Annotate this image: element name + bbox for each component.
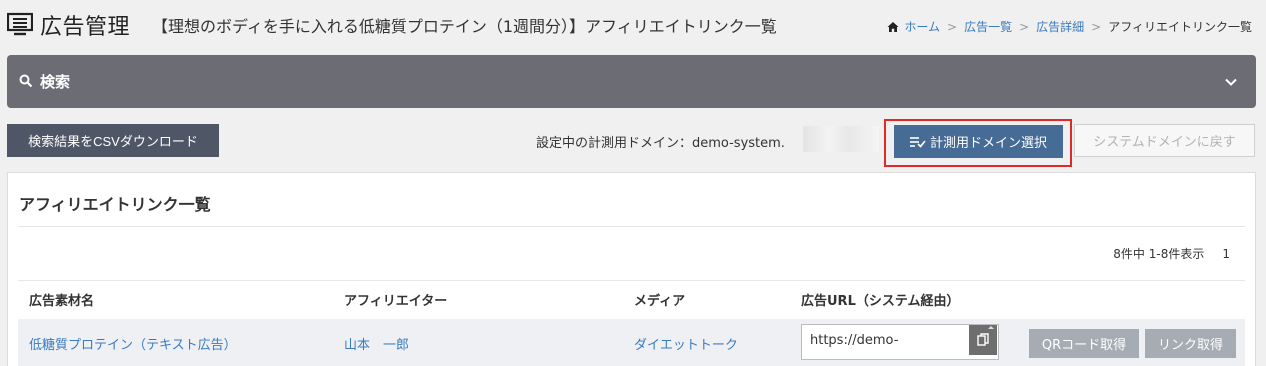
media-link[interactable]: ダイエットトーク — [634, 334, 738, 353]
get-link-button[interactable]: リンク取得 — [1145, 329, 1236, 358]
select-domain-label: 計測用ドメイン選択 — [929, 135, 1047, 150]
page-subtitle: 【理想のボディを手に入れる低糖質プロテイン（1週間分）】アフィリエイトリンク一覧 — [152, 17, 777, 36]
reset-domain-button[interactable]: システムドメインに戻す — [1074, 124, 1255, 157]
list-screen-icon — [7, 12, 33, 36]
search-label: 検索 — [40, 73, 71, 91]
qr-code-button[interactable]: QRコード取得 — [1029, 329, 1139, 358]
search-icon — [19, 74, 33, 88]
material-link[interactable]: 低糖質プロテイン（テキスト広告） — [29, 334, 237, 353]
csv-download-button[interactable]: 検索結果をCSVダウンロード — [7, 124, 219, 157]
panel-title: アフィリエイトリンク一覧 — [19, 195, 211, 214]
divider — [18, 226, 1245, 227]
affiliate-link-panel: アフィリエイトリンク一覧 8件中 1-8件表示 1 広告素材名 アフィリエイター … — [7, 172, 1256, 366]
breadcrumb-separator: > — [1091, 19, 1102, 34]
select-domain-button[interactable]: 計測用ドメイン選択 — [894, 125, 1063, 158]
page-title: 広告管理 — [40, 15, 131, 40]
breadcrumb-separator: > — [1019, 19, 1030, 34]
breadcrumb: ホーム > 広告一覧 > 広告詳細 > アフィリエイトリンク一覧 — [887, 18, 1252, 35]
column-header-media: メディア — [634, 294, 686, 309]
page-number-link[interactable]: 1 — [1222, 247, 1230, 261]
pagination-info: 8件中 1-8件表示 1 — [1113, 245, 1230, 262]
current-domain-label: 設定中の計測用ドメイン：demo-system. — [536, 136, 785, 151]
affiliate-link[interactable]: 山本 一郎 — [344, 334, 409, 353]
domain-redacted — [803, 126, 879, 152]
copy-icon — [977, 333, 989, 346]
pagination-summary: 8件中 1-8件表示 — [1113, 247, 1205, 261]
column-header-ad-url: 広告URL（システム経由） — [801, 294, 960, 309]
breadcrumb-separator: > — [947, 19, 958, 34]
divider — [18, 280, 1245, 281]
list-check-icon — [909, 136, 926, 148]
breadcrumb-current: アフィリエイトリンク一覧 — [1108, 20, 1252, 34]
home-icon[interactable] — [887, 21, 899, 33]
column-header-affiliate: アフィリエイター — [344, 294, 448, 309]
page-header: 広告管理 【理想のボディを手に入れる低糖質プロテイン（1週間分）】アフィリエイト… — [7, 8, 1252, 44]
breadcrumb-ad-list-link[interactable]: 広告一覧 — [964, 18, 1012, 35]
spinner-arrows-icon[interactable] — [986, 325, 996, 335]
search-panel-toggle[interactable]: 検索 — [7, 55, 1256, 108]
breadcrumb-home-link[interactable]: ホーム — [904, 18, 940, 35]
chevron-down-icon[interactable] — [1224, 75, 1238, 89]
breadcrumb-ad-detail-link[interactable]: 広告詳細 — [1036, 18, 1084, 35]
column-header-material: 広告素材名 — [29, 294, 95, 309]
